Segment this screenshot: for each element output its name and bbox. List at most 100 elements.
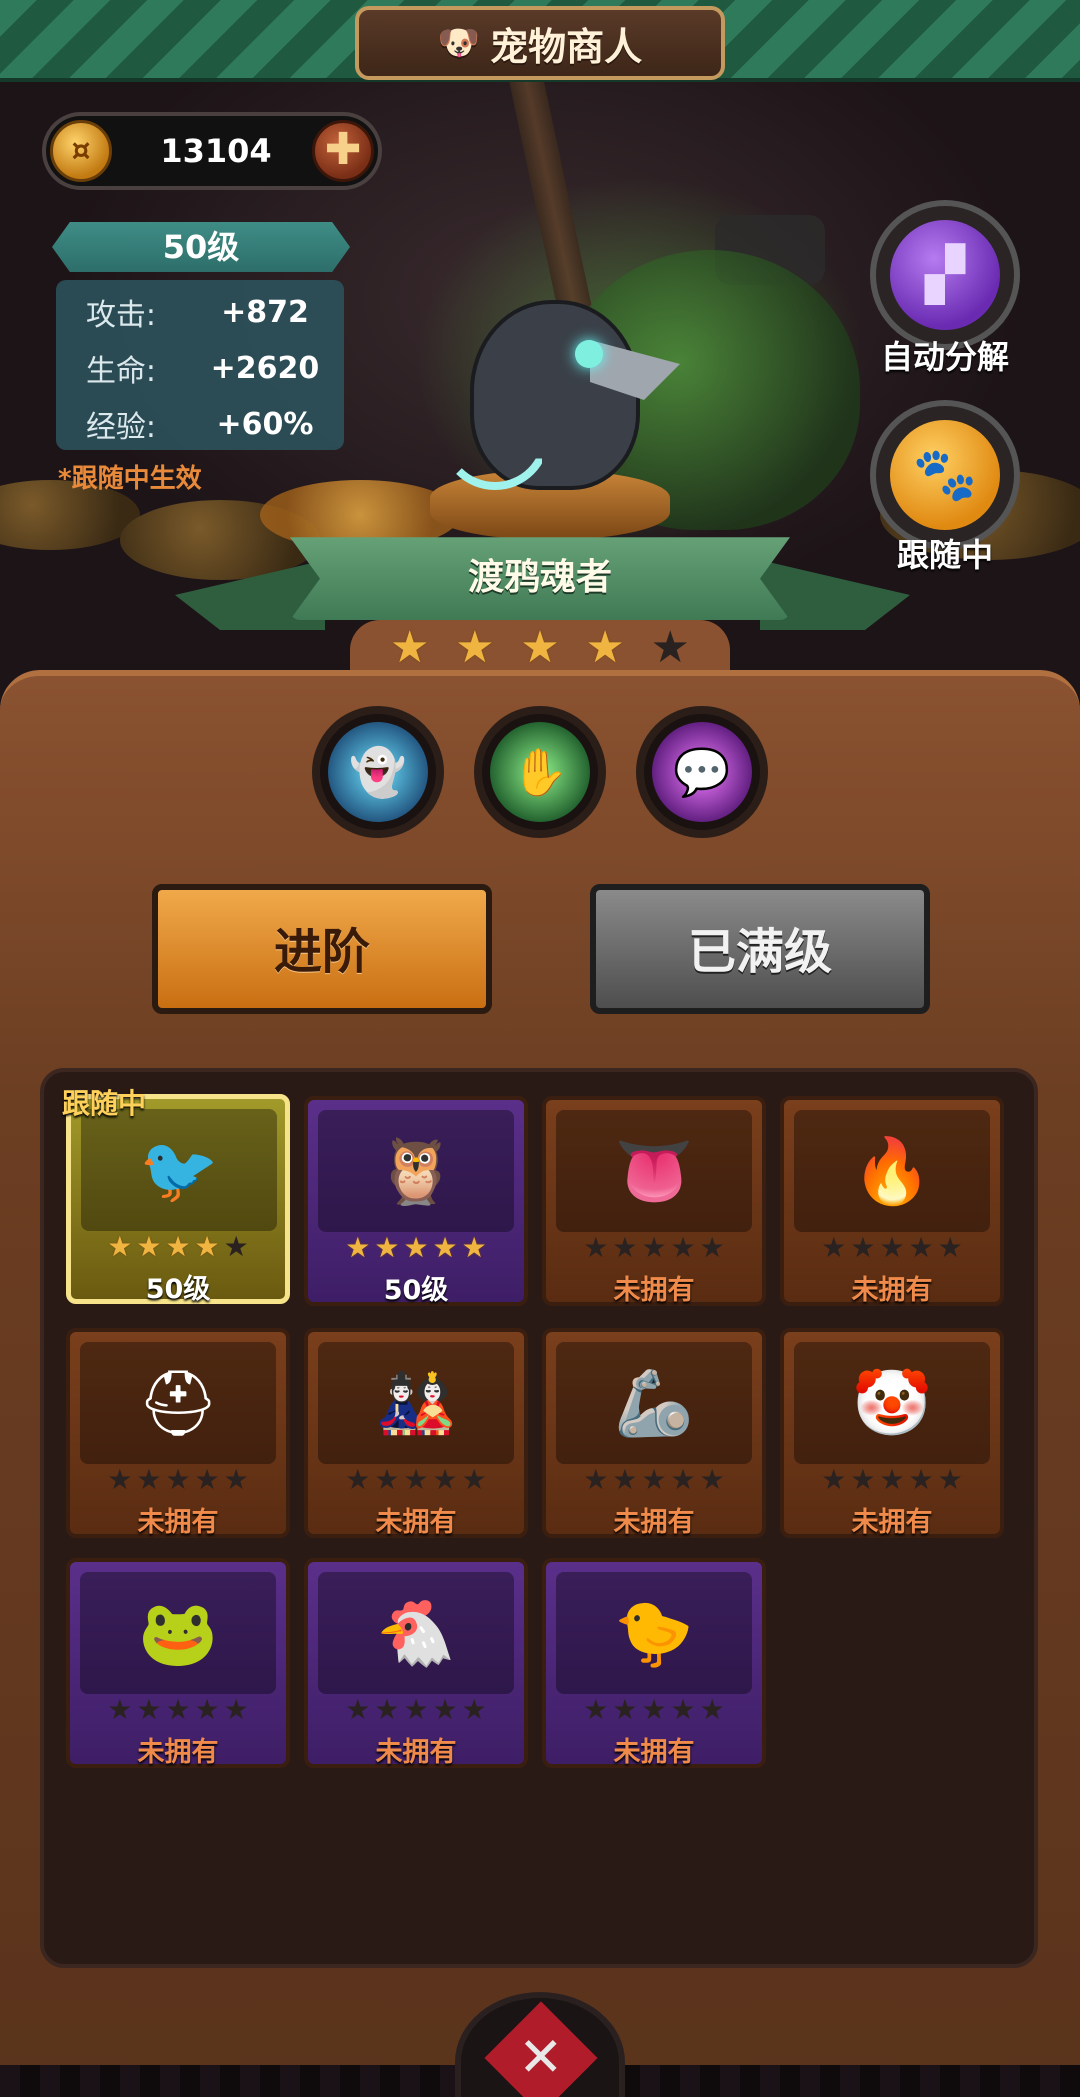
mimic-chest-pet-icon: 👅 xyxy=(556,1110,752,1232)
star-empty-icon: ★ xyxy=(432,1463,458,1496)
card-stars: ★ ★ ★ ★ ★ xyxy=(784,1234,1000,1262)
chicken-pet-icon: 🐔 xyxy=(318,1572,514,1694)
star-empty-icon: ★ xyxy=(612,1463,638,1496)
decompose-icon: ▞ xyxy=(890,220,1000,330)
card-level: 未拥有 xyxy=(613,1275,695,1306)
star-empty-icon: ★ xyxy=(223,1463,249,1496)
star-empty-icon: ★ xyxy=(699,1463,725,1496)
star-empty-icon: ★ xyxy=(461,1693,487,1726)
star-empty-icon: ★ xyxy=(850,1463,876,1496)
page-title: 宠物商人 xyxy=(490,24,643,69)
star-empty-icon: ★ xyxy=(461,1463,487,1496)
card-level: 未拥有 xyxy=(613,1507,695,1538)
star-empty-icon: ★ xyxy=(670,1231,696,1264)
pet-card-knight[interactable]: ⛑ ★ ★ ★ ★ ★ 未拥有 xyxy=(66,1328,290,1538)
star-empty-icon: ★ xyxy=(165,1463,191,1496)
auto-decompose-label: 自动分解 xyxy=(880,338,1009,376)
star-empty-icon: ★ xyxy=(670,1463,696,1496)
card-stars: ★ ★ ★ ★ ★ xyxy=(308,1696,524,1724)
star-empty-icon: ★ xyxy=(223,1230,249,1263)
auto-decompose-button[interactable]: ▞ xyxy=(870,200,1020,350)
star-empty-icon: ★ xyxy=(641,1463,667,1496)
pet-card-green-frog[interactable]: 🐸 ★ ★ ★ ★ ★ 未拥有 xyxy=(66,1558,290,1768)
star-empty-icon: ★ xyxy=(821,1231,847,1264)
card-level: 未拥有 xyxy=(851,1275,933,1306)
zombie-bird-pet-icon: 🐤 xyxy=(556,1572,752,1694)
pet-level-banner: 50级 xyxy=(52,222,350,272)
star-icon: ★ xyxy=(520,622,560,673)
header-title-plate: 🐶 宠物商人 xyxy=(355,6,725,80)
star-empty-icon: ★ xyxy=(908,1231,934,1264)
star-empty-icon: ★ xyxy=(879,1463,905,1496)
card-level: 未拥有 xyxy=(613,1737,695,1768)
daruma-pet-icon: 🎎 xyxy=(318,1342,514,1464)
star-empty-icon: ★ xyxy=(136,1693,162,1726)
stat-value: +2620 xyxy=(210,350,320,386)
pet-card-zombie-bird[interactable]: 🐤 ★ ★ ★ ★ ★ 未拥有 xyxy=(542,1558,766,1768)
star-empty-icon: ★ xyxy=(223,1693,249,1726)
paw-icon: 🐾 xyxy=(890,420,1000,530)
star-icon: ★ xyxy=(345,1231,371,1264)
card-stars: ★ ★ ★ ★ ★ xyxy=(546,1466,762,1494)
card-level: 50级 xyxy=(145,1274,211,1305)
gold-coin-icon: ¤ xyxy=(50,120,112,182)
crossed-swords-icon: ✕ xyxy=(484,2001,598,2097)
following-tag: 跟随中 xyxy=(62,1087,147,1120)
pet-card-mimic-chest[interactable]: 👅 ★ ★ ★ ★ ★ 未拥有 xyxy=(542,1096,766,1306)
card-level: 未拥有 xyxy=(137,1507,219,1538)
iron-gauntlet-pet-icon: 🦾 xyxy=(556,1342,752,1464)
card-stars: ★ ★ ★ ★ ★ xyxy=(71,1233,285,1261)
follow-toggle-button[interactable]: 🐾 xyxy=(870,400,1020,550)
pet-stats-box: 攻击: +872 生命: +2620 经验: +60% xyxy=(56,280,344,450)
ghost-skill-icon: 👻 xyxy=(328,722,428,822)
star-empty-icon: ★ xyxy=(612,1693,638,1726)
star-icon: ★ xyxy=(461,1231,487,1264)
stat-label: 攻击: xyxy=(85,298,157,333)
stat-label: 经验: xyxy=(85,410,157,445)
pet-card-fire-beast[interactable]: 🔥 ★ ★ ★ ★ ★ 未拥有 xyxy=(780,1096,1004,1306)
star-empty-icon: ★ xyxy=(583,1463,609,1496)
star-empty-icon: ★ xyxy=(641,1693,667,1726)
star-empty-icon: ★ xyxy=(107,1693,133,1726)
star-icon: ★ xyxy=(403,1231,429,1264)
star-empty-icon: ★ xyxy=(403,1463,429,1496)
advance-button[interactable]: 进阶 xyxy=(152,884,492,1014)
star-icon: ★ xyxy=(374,1231,400,1264)
card-level: 未拥有 xyxy=(851,1507,933,1538)
star-empty-icon: ★ xyxy=(345,1693,371,1726)
star-empty-icon: ★ xyxy=(374,1463,400,1496)
pet-card-iron-gauntlet[interactable]: 🦾 ★ ★ ★ ★ ★ 未拥有 xyxy=(542,1328,766,1538)
star-icon: ★ xyxy=(194,1230,220,1263)
green-frog-pet-icon: 🐸 xyxy=(80,1572,276,1694)
star-icon: ★ xyxy=(165,1230,191,1263)
raven-eye xyxy=(575,340,603,368)
card-stars: ★ ★ ★ ★ ★ xyxy=(546,1696,762,1724)
pet-card-chicken[interactable]: 🐔 ★ ★ ★ ★ ★ 未拥有 xyxy=(304,1558,528,1768)
stat-label: 生命: xyxy=(85,354,157,389)
star-icon: ★ xyxy=(136,1230,162,1263)
card-level: 未拥有 xyxy=(375,1507,457,1538)
pet-card-owl-spirit[interactable]: 🦉 ★ ★ ★ ★ ★ 50级 xyxy=(304,1096,528,1306)
stat-value: +872 xyxy=(221,294,309,330)
pet-card-raven[interactable]: 🐦 ★ ★ ★ ★ ★ 50级 xyxy=(66,1094,290,1305)
star-icon: ★ xyxy=(432,1231,458,1264)
pet-card-daruma[interactable]: 🎎 ★ ★ ★ ★ ★ 未拥有 xyxy=(304,1328,528,1538)
stat-row-exp: 经验: +60% xyxy=(56,396,344,452)
star-empty-icon: ★ xyxy=(937,1231,963,1264)
star-empty-icon: ★ xyxy=(641,1231,667,1264)
skill-slot-3[interactable]: 💬 xyxy=(636,706,768,838)
star-empty-icon: ★ xyxy=(650,622,690,673)
stat-row-attack: 攻击: +872 xyxy=(56,284,344,340)
skill-slot-1[interactable]: 👻 xyxy=(312,706,444,838)
star-empty-icon: ★ xyxy=(194,1693,220,1726)
max-level-button[interactable]: 已满级 xyxy=(590,884,930,1014)
star-icon: ★ xyxy=(390,622,430,673)
dog-head-icon: 🐶 xyxy=(437,23,481,63)
star-empty-icon: ★ xyxy=(670,1693,696,1726)
pet-card-clown[interactable]: 🤡 ★ ★ ★ ★ ★ 未拥有 xyxy=(780,1328,1004,1538)
follow-effect-note: *跟随中生效 xyxy=(58,464,202,494)
star-icon: ★ xyxy=(455,622,495,673)
add-gold-button[interactable]: ✚ xyxy=(312,120,374,182)
skill-slot-2[interactable]: ✋ xyxy=(474,706,606,838)
star-empty-icon: ★ xyxy=(612,1231,638,1264)
